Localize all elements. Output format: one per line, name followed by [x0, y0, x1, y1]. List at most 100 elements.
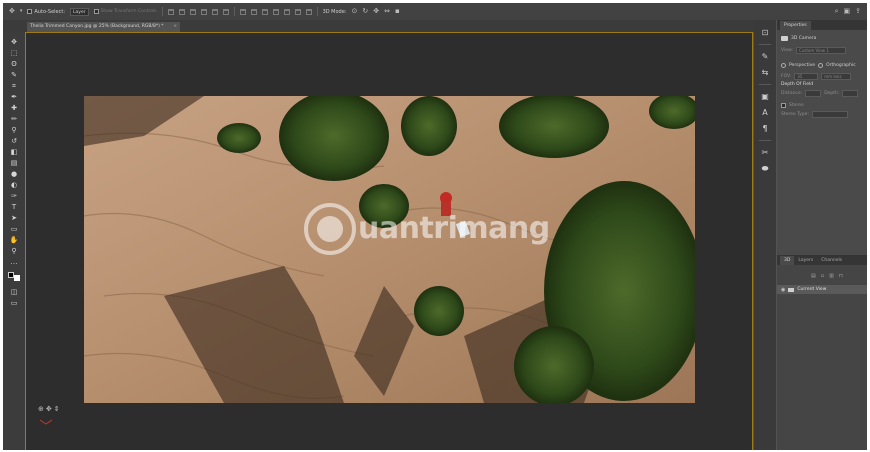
- auto-align-icon[interactable]: [305, 8, 312, 15]
- history-brush-tool-icon[interactable]: ↺: [10, 137, 19, 145]
- dolly-icon[interactable]: ⇕: [54, 405, 60, 413]
- pan-icon[interactable]: ✥: [46, 405, 52, 413]
- align-right-icon[interactable]: [222, 8, 229, 15]
- align-left-icon[interactable]: [200, 8, 207, 15]
- distribute-left-icon[interactable]: [272, 8, 279, 15]
- view-dropdown[interactable]: Custom View 1: [795, 47, 846, 54]
- distribute-bottom-icon[interactable]: [261, 8, 268, 15]
- align-vcenter-icon[interactable]: [178, 8, 185, 15]
- eyedropper-tool-icon[interactable]: ✒: [10, 93, 19, 101]
- perspective-label: Perspective: [789, 63, 816, 68]
- rectangle-tool-icon[interactable]: ▭: [10, 225, 19, 233]
- eraser-tool-icon[interactable]: ◧: [10, 148, 19, 156]
- camera-label: 3D Camera: [791, 36, 817, 41]
- 3d-icon[interactable]: ⬬: [762, 164, 769, 173]
- tab-channels[interactable]: Channels: [817, 256, 846, 265]
- lock-icon[interactable]: ⊓: [839, 273, 843, 279]
- scale-3d-icon[interactable]: ▪: [395, 8, 400, 15]
- document-tab-title: Thelia Trimmed Canyon.jpg @ 25% (Backgro…: [30, 24, 164, 29]
- filter-icon[interactable]: ▤: [811, 273, 816, 279]
- history-icon[interactable]: ⊡: [762, 28, 769, 37]
- move-tool-icon[interactable]: ✥: [9, 8, 15, 15]
- distribute-right-icon[interactable]: [294, 8, 301, 15]
- quick-mask-icon[interactable]: ◫: [10, 288, 19, 296]
- blur-tool-icon[interactable]: ●: [10, 170, 19, 178]
- auto-select-checkbox[interactable]: Auto-Select:: [27, 9, 65, 15]
- align-bottom-icon[interactable]: [189, 8, 196, 15]
- distribute-vcenter-icon[interactable]: [250, 8, 257, 15]
- brush-settings-icon[interactable]: ✎: [762, 52, 769, 61]
- search-icon[interactable]: ⌕: [835, 7, 839, 15]
- perspective-radio[interactable]: [781, 63, 786, 68]
- tab-layers[interactable]: Layers: [794, 256, 817, 265]
- roll-3d-icon[interactable]: ↻: [362, 8, 368, 15]
- watermark-text: uantrimang: [358, 211, 550, 246]
- gradient-tool-icon[interactable]: ▤: [10, 159, 19, 167]
- healing-brush-tool-icon[interactable]: ✚: [10, 104, 19, 112]
- photoshop-window: ✥ ▾ Auto-Select: Layer Show Transform Co…: [3, 3, 867, 450]
- tab-3d[interactable]: 3D: [780, 256, 795, 265]
- layers-panel: 3D Layers Channels ▤ ▫ ▥ ⊓ ◉ Current Vie…: [777, 255, 867, 450]
- depth-label: Depth:: [824, 91, 840, 96]
- axis-indicator-icon: [39, 419, 53, 425]
- canyon-photo[interactable]: uantrimang: [84, 96, 695, 403]
- close-icon[interactable]: ×: [173, 22, 177, 32]
- background-color-swatch[interactable]: [14, 275, 20, 281]
- transform-controls-checkbox[interactable]: Show Transform Controls: [93, 9, 157, 14]
- foreground-color-swatch[interactable]: [8, 272, 14, 278]
- stereo-type-dropdown[interactable]: [811, 111, 848, 118]
- layer-row[interactable]: ◉ Current View: [777, 285, 867, 294]
- chevron-down-icon[interactable]: ▾: [20, 8, 23, 15]
- quick-select-tool-icon[interactable]: ✎: [10, 71, 19, 79]
- distance-input[interactable]: [805, 90, 822, 97]
- type-tool-icon[interactable]: T: [10, 203, 19, 211]
- more-tools-icon[interactable]: …: [10, 258, 19, 266]
- brush-tool-icon[interactable]: ✏: [10, 115, 19, 123]
- share-icon[interactable]: ⇪: [855, 7, 861, 15]
- screen-mode-icon[interactable]: ▭: [10, 299, 19, 307]
- align-hcenter-icon[interactable]: [211, 8, 218, 15]
- marquee-tool-icon[interactable]: ⬚: [10, 49, 19, 57]
- color-swatches[interactable]: [8, 272, 20, 281]
- tab-properties[interactable]: Properties: [780, 21, 811, 30]
- lasso-tool-icon[interactable]: ʘ: [10, 60, 19, 68]
- clone-stamp-tool-icon[interactable]: ⚲: [10, 126, 19, 134]
- orbit-icon[interactable]: ⊕: [38, 405, 44, 413]
- stereo-type-row: Stereo Type:: [777, 110, 867, 119]
- distribute-top-icon[interactable]: [239, 8, 246, 15]
- crop-tool-icon[interactable]: ⌗: [10, 82, 19, 90]
- move-tool-icon[interactable]: ✥: [10, 38, 19, 46]
- new-icon[interactable]: ▫: [821, 273, 824, 279]
- align-top-icon[interactable]: [167, 8, 174, 15]
- fov-input[interactable]: 35: [794, 73, 819, 80]
- stereo-checkbox[interactable]: [781, 103, 786, 108]
- depth-input[interactable]: [842, 90, 859, 97]
- eye-icon[interactable]: ◉: [781, 287, 785, 293]
- workspace-icon[interactable]: ▣: [844, 7, 851, 15]
- fov-label: FOV:: [781, 74, 792, 79]
- adjustments-icon[interactable]: ⇆: [762, 68, 769, 77]
- zoom-tool-icon[interactable]: ⚲: [10, 247, 19, 255]
- paragraph-icon[interactable]: ¶: [762, 124, 767, 133]
- document-tab-bar: Thelia Trimmed Canyon.jpg @ 25% (Backgro…: [3, 20, 761, 32]
- pen-tool-icon[interactable]: ✑: [10, 192, 19, 200]
- delete-icon[interactable]: ▥: [829, 273, 834, 279]
- dodge-tool-icon[interactable]: ◐: [10, 181, 19, 189]
- fov-unit-dropdown[interactable]: mm lens: [821, 73, 852, 80]
- orbit-3d-icon[interactable]: ⊙: [352, 8, 358, 15]
- folder-icon: [788, 287, 795, 292]
- orthographic-radio[interactable]: [818, 63, 824, 68]
- character-icon[interactable]: A: [762, 108, 767, 117]
- pan-3d-icon[interactable]: ✥: [373, 8, 379, 15]
- distribute-hcenter-icon[interactable]: [283, 8, 290, 15]
- path-select-tool-icon[interactable]: ➤: [10, 214, 19, 222]
- canvas-area[interactable]: uantrimang ⊕ ✥ ⇕: [25, 32, 753, 450]
- hand-tool-icon[interactable]: ✋: [10, 236, 19, 244]
- document-tab[interactable]: Thelia Trimmed Canyon.jpg @ 25% (Backgro…: [27, 22, 180, 32]
- 3d-mode-label: 3D Mode:: [322, 8, 347, 15]
- tools-icon[interactable]: ✂: [762, 148, 769, 157]
- orthographic-label: Orthographic: [826, 63, 856, 68]
- libraries-icon[interactable]: ▣: [761, 92, 769, 101]
- slide-3d-icon[interactable]: ⇔: [384, 8, 390, 15]
- layer-dropdown[interactable]: Layer: [70, 7, 89, 16]
